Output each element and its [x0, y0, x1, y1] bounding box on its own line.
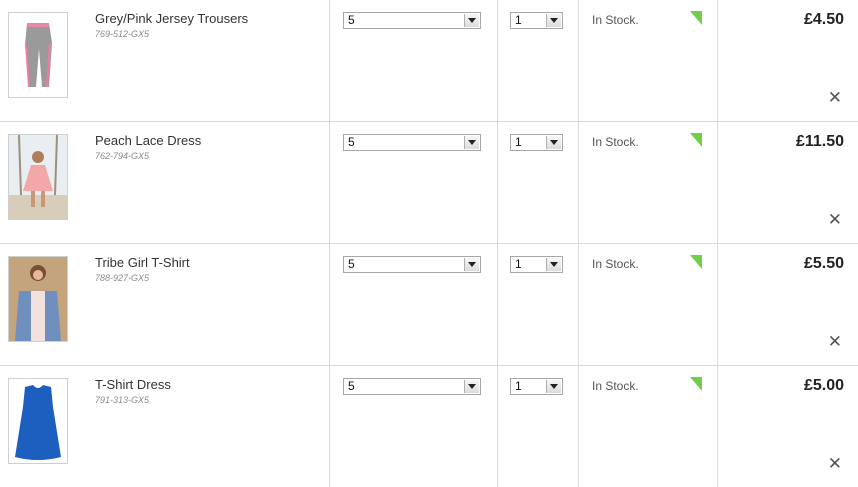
stock-flag-icon: [690, 11, 702, 25]
column-divider: [497, 244, 498, 365]
stock-status: In Stock.: [592, 13, 639, 27]
product-code: 762-794-GX5: [95, 151, 150, 161]
product-name[interactable]: T-Shirt Dress: [95, 377, 171, 392]
chevron-down-icon[interactable]: [464, 136, 479, 149]
chevron-down-icon[interactable]: [546, 136, 561, 149]
size-value: 5: [348, 13, 355, 27]
column-divider: [578, 366, 579, 487]
stock-status: In Stock.: [592, 135, 639, 149]
chevron-down-icon[interactable]: [464, 380, 479, 393]
column-divider: [329, 366, 330, 487]
column-divider: [717, 122, 718, 243]
quantity-select[interactable]: 1: [510, 134, 563, 151]
product-name[interactable]: Tribe Girl T-Shirt: [95, 255, 190, 270]
product-image-tribe-tshirt[interactable]: [8, 256, 68, 342]
column-divider: [329, 244, 330, 365]
size-value: 5: [348, 257, 355, 271]
product-code: 788-927-GX5: [95, 273, 150, 283]
item-price: £11.50: [795, 133, 844, 150]
size-value: 5: [348, 135, 355, 149]
column-divider: [717, 366, 718, 487]
item-price: £5.50: [803, 255, 844, 272]
size-value: 5: [348, 379, 355, 393]
quantity-select[interactable]: 1: [510, 256, 563, 273]
size-select[interactable]: 5: [343, 134, 481, 151]
product-name[interactable]: Peach Lace Dress: [95, 133, 201, 148]
column-divider: [497, 366, 498, 487]
quantity-value: 1: [515, 257, 522, 271]
remove-item-button[interactable]: ✕: [828, 211, 842, 228]
stock-flag-icon: [690, 255, 702, 269]
column-divider: [497, 122, 498, 243]
basket-item-row: Tribe Girl T-Shirt 788-927-GX5 5 1 In St…: [0, 244, 858, 366]
product-name[interactable]: Grey/Pink Jersey Trousers: [95, 11, 248, 26]
item-price: £5.00: [803, 377, 844, 394]
basket-item-row: Peach Lace Dress 762-794-GX5 5 1 In Stoc…: [0, 122, 858, 244]
column-divider: [578, 122, 579, 243]
product-image-trousers[interactable]: [8, 12, 68, 98]
chevron-down-icon[interactable]: [546, 380, 561, 393]
chevron-down-icon[interactable]: [464, 258, 479, 271]
quantity-value: 1: [515, 379, 522, 393]
chevron-down-icon[interactable]: [464, 14, 479, 27]
column-divider: [578, 244, 579, 365]
remove-item-button[interactable]: ✕: [828, 89, 842, 106]
quantity-value: 1: [515, 13, 522, 27]
stock-status: In Stock.: [592, 257, 639, 271]
column-divider: [717, 244, 718, 365]
product-code: 769-512-GX5: [95, 29, 150, 39]
chevron-down-icon[interactable]: [546, 258, 561, 271]
product-image-peach-dress[interactable]: [8, 134, 68, 220]
stock-status: In Stock.: [592, 379, 639, 393]
chevron-down-icon[interactable]: [546, 14, 561, 27]
column-divider: [497, 0, 498, 121]
size-select[interactable]: 5: [343, 12, 481, 29]
item-price: £4.50: [803, 11, 844, 28]
product-code: 791-313-GX5: [95, 395, 150, 405]
basket-item-row: T-Shirt Dress 791-313-GX5 5 1 In Stock. …: [0, 366, 858, 487]
basket-list: Grey/Pink Jersey Trousers 769-512-GX5 5 …: [0, 0, 858, 487]
remove-item-button[interactable]: ✕: [828, 333, 842, 350]
stock-flag-icon: [690, 377, 702, 391]
column-divider: [578, 0, 579, 121]
stock-flag-icon: [690, 133, 702, 147]
size-select[interactable]: 5: [343, 378, 481, 395]
column-divider: [717, 0, 718, 121]
quantity-select[interactable]: 1: [510, 12, 563, 29]
column-divider: [329, 122, 330, 243]
column-divider: [329, 0, 330, 121]
size-select[interactable]: 5: [343, 256, 481, 273]
quantity-select[interactable]: 1: [510, 378, 563, 395]
basket-item-row: Grey/Pink Jersey Trousers 769-512-GX5 5 …: [0, 0, 858, 122]
remove-item-button[interactable]: ✕: [828, 455, 842, 472]
quantity-value: 1: [515, 135, 522, 149]
product-image-tshirt-dress[interactable]: [8, 378, 68, 464]
